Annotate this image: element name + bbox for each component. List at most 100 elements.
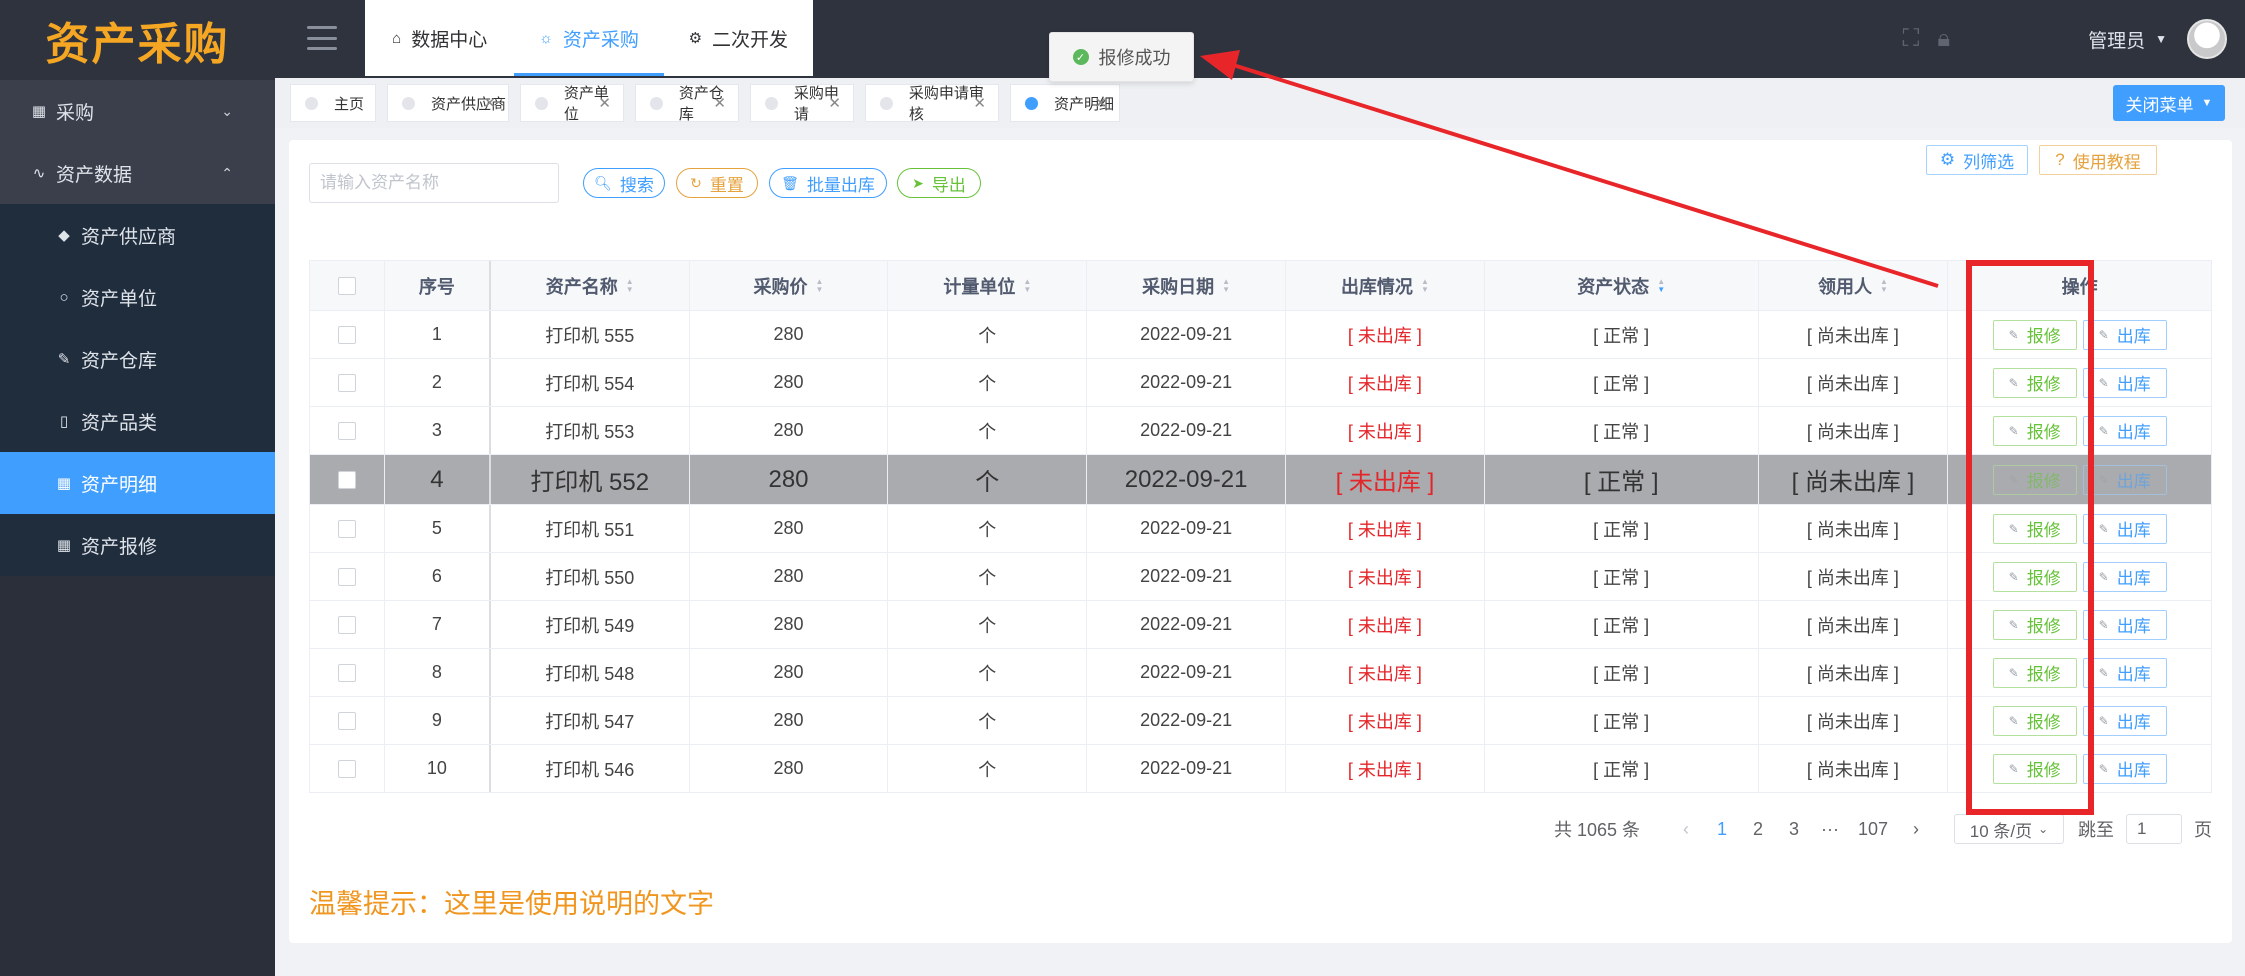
page-size-select[interactable]: 10 条/页 ⌄ xyxy=(1954,814,2064,844)
outbound-button[interactable]: ✎ 出库 xyxy=(2082,415,2167,446)
close-icon[interactable]: ✕ xyxy=(1094,94,1107,112)
sidebar-item-2[interactable]: ◆ 资产供应商 xyxy=(0,204,275,266)
tag-1[interactable]: 资产供应商 ✕ xyxy=(387,84,509,122)
avatar[interactable] xyxy=(2187,19,2227,59)
close-icon[interactable]: ✕ xyxy=(483,94,496,112)
repair-button[interactable]: ✎ 报修 xyxy=(1992,319,2077,350)
sidebar-item-1[interactable]: ∿ 资产数据 ⌃ xyxy=(0,142,275,204)
close-icon[interactable]: ✕ xyxy=(828,94,841,112)
tag-0[interactable]: 主页 xyxy=(290,84,376,122)
table-row[interactable]: 4 打印机 552 280 个 2022-09-21[ 未出库 ][ 正常 ][ 尚未出… xyxy=(310,455,2211,505)
tag-5[interactable]: 采购申请审核 ✕ xyxy=(865,84,999,123)
sidebar-item-5[interactable]: ▯ 资产品类 xyxy=(0,390,275,452)
row-checkbox[interactable] xyxy=(337,325,356,344)
outbound-button[interactable]: ✎ 出库 xyxy=(2082,319,2167,350)
column-header[interactable]: 采购日期 ▲ ▼ xyxy=(1087,261,1286,310)
row-checkbox[interactable] xyxy=(337,759,356,778)
table-row[interactable]: 2 打印机 554 280 个 2022-09-21[ 未出库 ][ 正常 ][ 尚未出… xyxy=(310,359,2211,407)
table-row[interactable]: 8 打印机 548 280 个 2022-09-21[ 未出库 ][ 正常 ][ 尚未出… xyxy=(310,649,2211,697)
prev-page-icon[interactable]: ‹ xyxy=(1668,819,1704,840)
reset-button[interactable]: ↻ 重置 xyxy=(676,168,758,198)
table-row[interactable]: 6 打印机 550 280 个 2022-09-21[ 未出库 ][ 正常 ][ 尚未出… xyxy=(310,553,2211,601)
export-button[interactable]: ➤ 导出 xyxy=(897,168,981,198)
row-checkbox[interactable] xyxy=(337,567,356,586)
close-menu-button[interactable]: 关闭菜单 ▼ xyxy=(2113,85,2225,121)
table-row[interactable]: 5 打印机 551 280 个 2022-09-21[ 未出库 ][ 正常 ][ 尚未出… xyxy=(310,505,2211,553)
hamburger-menu-icon[interactable] xyxy=(307,26,337,50)
outbound-button[interactable]: ✎ 出库 xyxy=(2082,705,2167,736)
sidebar-item-3[interactable]: ○ 资产单位 xyxy=(0,266,275,328)
sort-icon[interactable]: ▲ ▼ xyxy=(1023,277,1031,294)
column-header[interactable]: 资产名称 ▲ ▼ xyxy=(491,261,690,310)
search-input[interactable] xyxy=(309,163,559,203)
user-dropdown-icon[interactable]: ▼ xyxy=(2155,32,2167,46)
outbound-button[interactable]: ✎ 出库 xyxy=(2082,657,2167,688)
repair-button[interactable]: ✎ 报修 xyxy=(1992,561,2077,592)
outbound-button[interactable]: ✎ 出库 xyxy=(2082,609,2167,640)
sidebar-item-6[interactable]: ▦ 资产明细 xyxy=(0,452,275,514)
repair-button[interactable]: ✎ 报修 xyxy=(1992,415,2077,446)
sort-icon[interactable]: ▲ ▼ xyxy=(626,277,634,294)
column-header[interactable]: 领用人 ▲ ▼ xyxy=(1759,261,1949,310)
sidebar-item-0[interactable]: ▦ 采购 ⌄ xyxy=(0,80,275,142)
row-checkbox[interactable] xyxy=(337,663,356,682)
row-checkbox[interactable] xyxy=(337,615,356,634)
page-number[interactable]: 3 xyxy=(1776,819,1812,840)
select-all-checkbox[interactable] xyxy=(337,276,356,295)
close-icon[interactable]: ✕ xyxy=(713,94,726,112)
tag-6[interactable]: 资产明细 ✕ xyxy=(1010,84,1120,122)
tag-2[interactable]: 资产单位 ✕ xyxy=(520,84,624,123)
outbound-button[interactable]: ✎ 出库 xyxy=(2082,513,2167,544)
column-filter-button[interactable]: ⚙ 列筛选 xyxy=(1926,145,2028,175)
repair-button[interactable]: ✎ 报修 xyxy=(1992,464,2077,495)
sort-icon[interactable]: ▲ ▼ xyxy=(1657,277,1665,294)
outbound-button[interactable]: ✎ 出库 xyxy=(2082,367,2167,398)
outbound-button[interactable]: ✎ 出库 xyxy=(2082,561,2167,592)
fullscreen-icon[interactable]: ⛶ xyxy=(1903,25,1920,53)
sidebar-item-4[interactable]: ✎ 资产仓库 xyxy=(0,328,275,390)
row-checkbox[interactable] xyxy=(337,519,356,538)
tutorial-button[interactable]: ? 使用教程 xyxy=(2039,145,2157,175)
page-number[interactable]: 2 xyxy=(1740,819,1776,840)
page-number[interactable]: ··· xyxy=(1812,819,1848,840)
search-button[interactable]: 🔍︎ 搜索 xyxy=(583,168,665,198)
column-header[interactable]: 计量单位 ▲ ▼ xyxy=(888,261,1088,310)
sort-icon[interactable]: ▲ ▼ xyxy=(1880,277,1888,294)
column-header[interactable]: 采购价 ▲ ▼ xyxy=(690,261,889,310)
lock-icon[interactable]: 🔒︎ xyxy=(1937,25,1950,53)
next-page-icon[interactable]: › xyxy=(1898,819,1934,840)
table-row[interactable]: 9 打印机 547 280 个 2022-09-21[ 未出库 ][ 正常 ][ 尚未出… xyxy=(310,697,2211,745)
row-checkbox[interactable] xyxy=(337,711,356,730)
column-header[interactable]: 资产状态 ▲ ▼ xyxy=(1485,261,1759,310)
tab-0[interactable]: ⌂ 数据中心 xyxy=(365,0,514,76)
row-checkbox[interactable] xyxy=(337,470,356,489)
close-icon[interactable]: ✕ xyxy=(598,94,611,112)
table-row[interactable]: 7 打印机 549 280 个 2022-09-21[ 未出库 ][ 正常 ][ 尚未出… xyxy=(310,601,2211,649)
close-icon[interactable]: ✕ xyxy=(973,94,986,112)
user-name[interactable]: 管理员 xyxy=(2088,26,2145,53)
app-logo[interactable]: 资产采购 xyxy=(0,0,275,80)
tab-1[interactable]: ☼ 资产采购 xyxy=(514,0,664,76)
jump-input[interactable]: 1 xyxy=(2126,814,2182,844)
column-header[interactable]: 出库情况 ▲ ▼ xyxy=(1286,261,1485,310)
sort-icon[interactable]: ▲ ▼ xyxy=(1421,277,1429,294)
repair-button[interactable]: ✎ 报修 xyxy=(1992,753,2077,784)
row-checkbox[interactable] xyxy=(337,421,356,440)
tab-2[interactable]: ⚙ 二次开发 xyxy=(664,0,813,76)
repair-button[interactable]: ✎ 报修 xyxy=(1992,609,2077,640)
repair-button[interactable]: ✎ 报修 xyxy=(1992,367,2077,398)
table-row[interactable]: 1 打印机 555 280 个 2022-09-21[ 未出库 ][ 正常 ][ 尚未出… xyxy=(310,311,2211,359)
page-number[interactable]: 107 xyxy=(1848,819,1898,840)
repair-button[interactable]: ✎ 报修 xyxy=(1992,657,2077,688)
outbound-button[interactable]: ✎ 出库 xyxy=(2082,464,2167,495)
sort-icon[interactable]: ▲ ▼ xyxy=(1222,277,1230,294)
repair-button[interactable]: ✎ 报修 xyxy=(1992,705,2077,736)
sidebar-item-7[interactable]: ▦ 资产报修 xyxy=(0,514,275,576)
table-row[interactable]: 10 打印机 546 280 个 2022-09-21[ 未出库 ][ 正常 ][ 尚未… xyxy=(310,745,2211,793)
repair-button[interactable]: ✎ 报修 xyxy=(1992,513,2077,544)
outbound-button[interactable]: ✎ 出库 xyxy=(2082,753,2167,784)
batch-outbound-button[interactable]: 🗑︎ 批量出库 xyxy=(769,168,887,198)
page-number[interactable]: 1 xyxy=(1704,819,1740,840)
sort-icon[interactable]: ▲ ▼ xyxy=(816,277,824,294)
tag-3[interactable]: 资产仓库 ✕ xyxy=(635,84,739,123)
